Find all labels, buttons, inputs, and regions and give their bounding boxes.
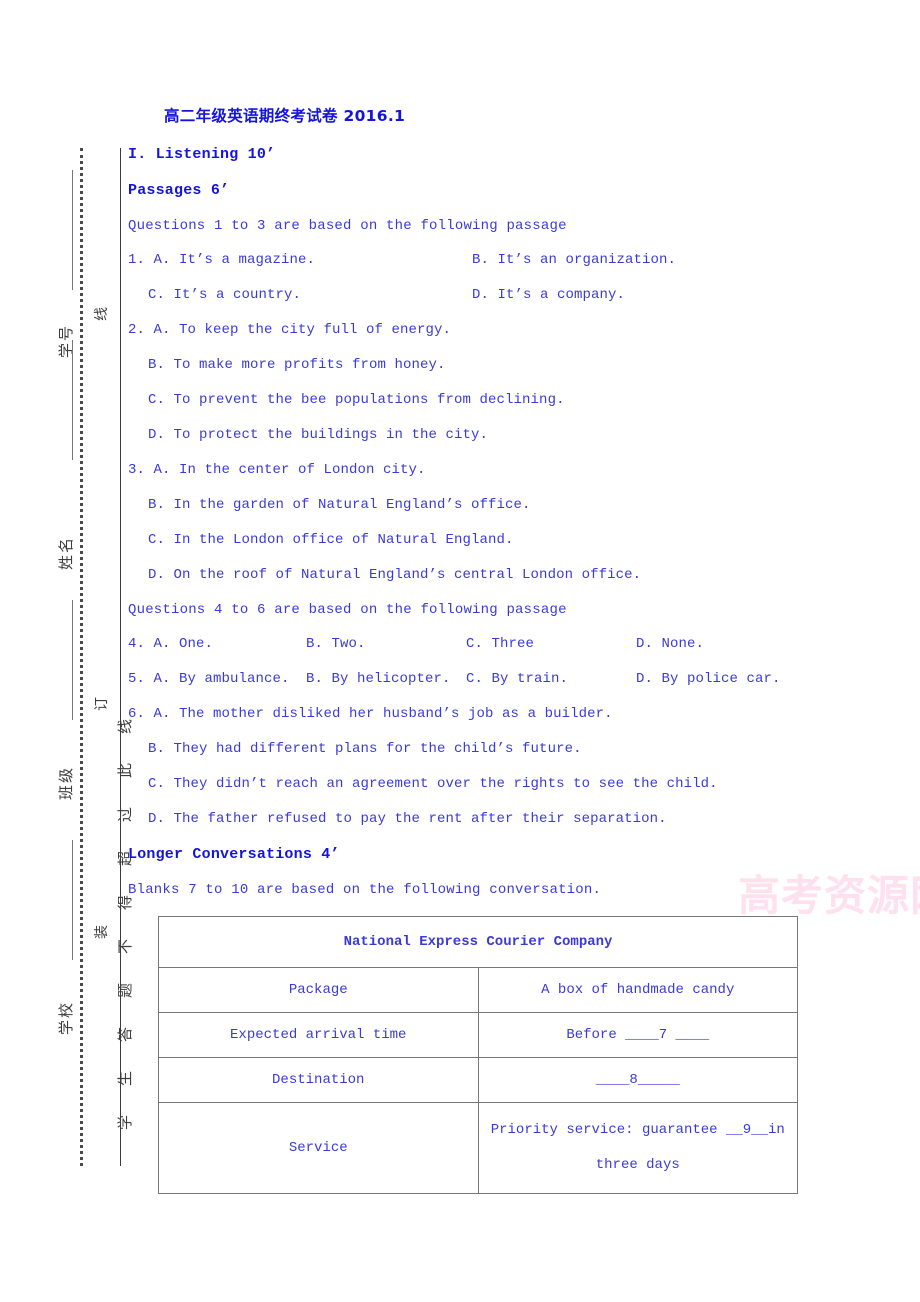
seal-mark-xian: 线 [88, 306, 114, 322]
question-4-option-d: D. None. [636, 636, 705, 652]
question-1-option-d: D. It’s a company. [472, 287, 626, 303]
courier-table: National Express Courier Company Package… [158, 916, 798, 1194]
instruction-questions-4-6: Questions 4 to 6 are based on the follow… [128, 602, 567, 618]
table-row: Expected arrival time Before ____7 ____ [158, 1012, 798, 1058]
instruction-questions-1-3: Questions 1 to 3 are based on the follow… [128, 218, 567, 234]
question-5-option-b: B. By helicopter. [306, 671, 451, 687]
row-value-service-line2: three days [595, 1157, 680, 1173]
question-3-option-b: B. In the garden of Natural England’s of… [148, 497, 531, 513]
table-row: Destination ____8_____ [158, 1057, 798, 1103]
question-3-option-c: C. In the London office of Natural Engla… [148, 532, 514, 548]
question-2-option-b: B. To make more profits from honey. [148, 357, 446, 373]
table-row: Service Priority service: guarantee __9_… [158, 1102, 798, 1194]
row-label-service: Service [158, 1102, 479, 1194]
courier-table-title: National Express Courier Company [158, 916, 798, 968]
table-row-header: National Express Courier Company [158, 916, 798, 968]
row-value-expected-arrival-time: Before ____7 ____ [477, 1012, 798, 1058]
question-4: 4. A. One. B. Two. C. Three D. None. [128, 636, 800, 653]
row-label-package: Package [158, 967, 479, 1013]
question-1-option-a: 1. A. It’s a magazine. [128, 252, 316, 268]
seal-mark-ding: 订 [88, 696, 114, 712]
field-rule-class [72, 600, 73, 720]
exam-paper-page: 学生答题不得超过此线 线 订 装 学号 姓名 班级 学校 高二年级英语期终考试卷… [0, 0, 920, 1302]
question-1-option-c: C. It’s a country. [148, 287, 302, 303]
question-4-option-b: B. Two. [306, 636, 366, 652]
question-1-line-a: 1. A. It’s a magazine. B. It’s an organi… [128, 252, 800, 269]
question-4-option-c: C. Three [466, 636, 535, 652]
courier-table-wrapper: National Express Courier Company Package… [158, 916, 798, 1194]
row-value-destination: ____8_____ [477, 1057, 798, 1103]
question-5-option-d: D. By police car. [636, 671, 781, 687]
question-6-option-c: C. They didn’t reach an agreement over t… [148, 776, 718, 792]
question-6-option-a: 6. A. The mother disliked her husband’s … [128, 706, 613, 722]
question-2-option-d: D. To protect the buildings in the city. [148, 427, 489, 443]
question-5-option-c: C. By train. [466, 671, 569, 687]
question-4-option-a: 4. A. One. [128, 636, 214, 652]
question-6-option-b: B. They had different plans for the chil… [148, 741, 582, 757]
question-5-option-a: 5. A. By ambulance. [128, 671, 290, 687]
section-heading-listening: I. Listening 10’ [128, 146, 276, 163]
question-5: 5. A. By ambulance. B. By helicopter. C.… [128, 671, 800, 688]
field-rule-name [72, 340, 73, 460]
table-row: Package A box of handmade candy [158, 967, 798, 1013]
row-value-service: Priority service: guarantee __9__in thre… [477, 1102, 798, 1194]
instruction-blanks-7-10: Blanks 7 to 10 are based on the followin… [128, 882, 602, 898]
field-label-school: 学校 [57, 1000, 75, 1035]
section-heading-longer-conversations: Longer Conversations 4’ [128, 846, 340, 863]
paper-body: 高二年级英语期终考试卷 2016.1 I. Listening 10’ Pass… [128, 104, 800, 1194]
field-rule-school [72, 840, 73, 960]
question-2-option-a: 2. A. To keep the city full of energy. [128, 322, 452, 338]
row-value-service-line1: Priority service: guarantee __9__in [490, 1122, 785, 1138]
question-1-line-b: C. It’s a country. D. It’s a company. [128, 287, 800, 304]
seal-mark-zhuang: 装 [88, 924, 114, 940]
question-6-option-d: D. The father refused to pay the rent af… [148, 811, 667, 827]
row-value-package: A box of handmade candy [477, 967, 798, 1013]
question-3-option-d: D. On the roof of Natural England’s cent… [148, 567, 642, 583]
question-3-option-a: 3. A. In the center of London city. [128, 462, 426, 478]
field-label-class: 班级 [57, 765, 75, 800]
field-label-name: 姓名 [57, 535, 75, 570]
question-1-option-b: B. It’s an organization. [472, 252, 677, 268]
page-title: 高二年级英语期终考试卷 2016.1 [164, 107, 406, 125]
section-heading-passages: Passages 6’ [128, 182, 230, 199]
row-label-expected-arrival-time: Expected arrival time [158, 1012, 479, 1058]
question-2-option-c: C. To prevent the bee populations from d… [148, 392, 565, 408]
seal-dotted-line [80, 148, 83, 1166]
field-rule-student-id [72, 170, 73, 290]
row-label-destination: Destination [158, 1057, 479, 1103]
